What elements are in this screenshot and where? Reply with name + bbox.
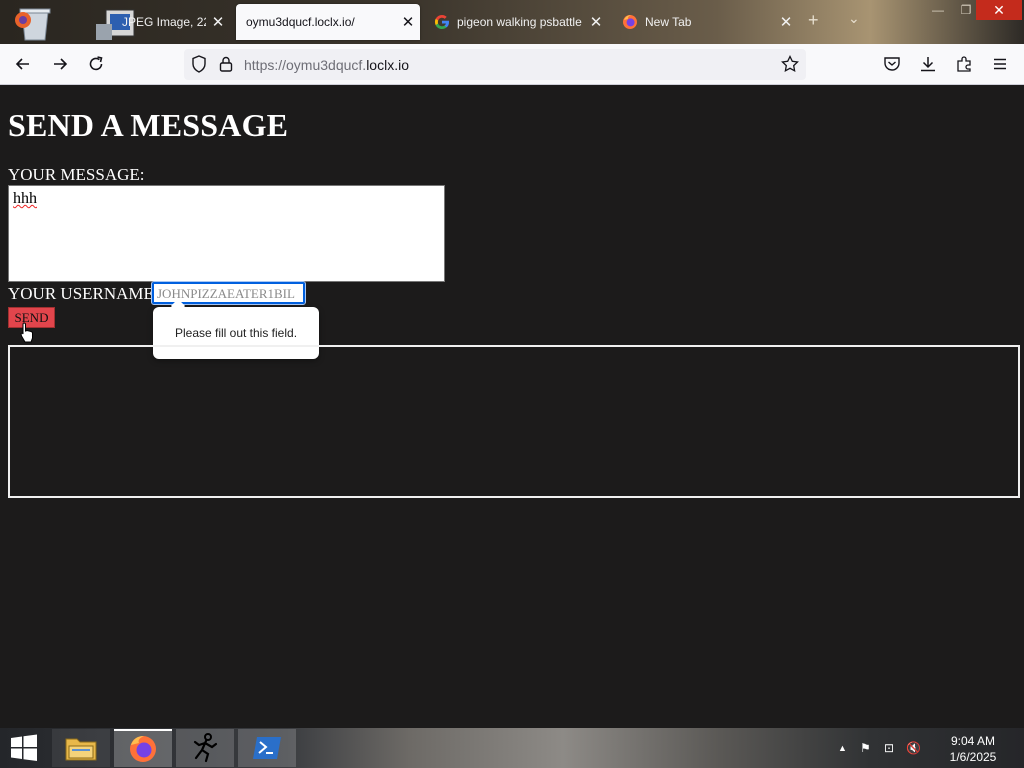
tray-overflow-icon[interactable]: ▲ xyxy=(838,743,847,753)
username-label: YOUR USERNAME: xyxy=(8,284,159,303)
taskbar-runner-app[interactable] xyxy=(176,729,234,767)
tab-label: oymu3dqucf.loclx.io/ xyxy=(246,15,355,29)
tab-google-search[interactable]: pigeon walking psbattle ✕ xyxy=(424,4,608,40)
page-title: SEND A MESSAGE xyxy=(8,107,289,143)
clock-date: 1/6/2025 xyxy=(949,750,997,764)
url-prefix: https://oymu3dqucf. xyxy=(244,57,367,73)
tab-label: JPEG Image, 225 xyxy=(122,15,206,29)
network-icon[interactable]: ⊡ xyxy=(884,741,894,755)
powershell-icon xyxy=(253,737,281,759)
tab-close-icon[interactable]: ✕ xyxy=(584,13,608,31)
url-domain: loclx.io xyxy=(366,57,409,73)
message-label: YOUR MESSAGE: xyxy=(8,165,145,184)
taskbar-file-explorer[interactable] xyxy=(52,729,110,767)
volume-muted-icon[interactable]: 🔇 xyxy=(906,741,921,755)
google-icon xyxy=(434,15,449,29)
star-icon[interactable] xyxy=(780,54,800,74)
pocket-icon[interactable] xyxy=(882,54,902,74)
start-button[interactable] xyxy=(0,729,48,767)
system-clock[interactable]: 9:04 AM 1/6/2025 xyxy=(930,733,1016,765)
shield-icon[interactable] xyxy=(189,54,209,74)
window-close-button[interactable]: ✕ xyxy=(976,0,1022,20)
tab-active-loclx[interactable]: oymu3dqucf.loclx.io/ ✕ xyxy=(236,4,420,40)
runner-icon xyxy=(193,733,218,763)
tab-label: New Tab xyxy=(645,15,692,29)
tab-strip: JPEG Image, 225 ✕ oymu3dqucf.loclx.io/ ✕… xyxy=(0,0,1024,44)
url-bar[interactable]: https://oymu3dqucf.loclx.io xyxy=(184,49,806,80)
message-text: hhh xyxy=(13,190,37,207)
tab-list-button[interactable]: ⌄ xyxy=(848,10,860,27)
url-text[interactable]: https://oymu3dqucf.loclx.io xyxy=(244,57,409,73)
messages-display-box xyxy=(8,345,1020,498)
start-icon xyxy=(11,734,37,761)
tab-label: pigeon walking psbattle xyxy=(457,15,582,29)
clock-time: 9:04 AM xyxy=(950,734,996,748)
navigation-toolbar: https://oymu3dqucf.loclx.io xyxy=(0,44,1024,85)
taskbar-firefox[interactable] xyxy=(114,729,172,767)
taskbar-powershell[interactable] xyxy=(238,729,296,767)
download-icon[interactable] xyxy=(918,54,938,74)
flag-icon[interactable]: ⚑ xyxy=(860,741,871,755)
tab-close-icon[interactable]: ✕ xyxy=(774,13,798,31)
message-textarea[interactable]: hhh xyxy=(8,185,445,282)
web-page: SEND A MESSAGE YOUR MESSAGE: hhh YOUR US… xyxy=(0,85,1024,728)
tab-new-tab[interactable]: New Tab ✕ xyxy=(612,4,798,40)
menu-icon[interactable] xyxy=(990,54,1010,74)
forward-icon[interactable] xyxy=(50,54,70,74)
firefox-icon xyxy=(623,15,637,29)
hand-cursor-icon xyxy=(20,322,33,343)
tab-close-icon[interactable]: ✕ xyxy=(396,13,420,31)
lock-icon[interactable] xyxy=(216,54,236,74)
tab-close-icon[interactable]: ✕ xyxy=(206,13,230,31)
reload-icon[interactable] xyxy=(86,54,106,74)
back-icon[interactable] xyxy=(13,54,33,74)
taskbar: ▲ ⚑ ⊡ 🔇 9:04 AM 1/6/2025 xyxy=(0,728,1024,768)
file-explorer-icon xyxy=(65,738,97,761)
tab-jpeg-image[interactable]: JPEG Image, 225 ✕ xyxy=(96,4,230,40)
new-tab-button[interactable]: + xyxy=(808,10,819,31)
firefox-icon xyxy=(130,736,156,762)
extensions-icon[interactable] xyxy=(954,54,974,74)
recycle-bin-icon[interactable] xyxy=(14,6,56,42)
